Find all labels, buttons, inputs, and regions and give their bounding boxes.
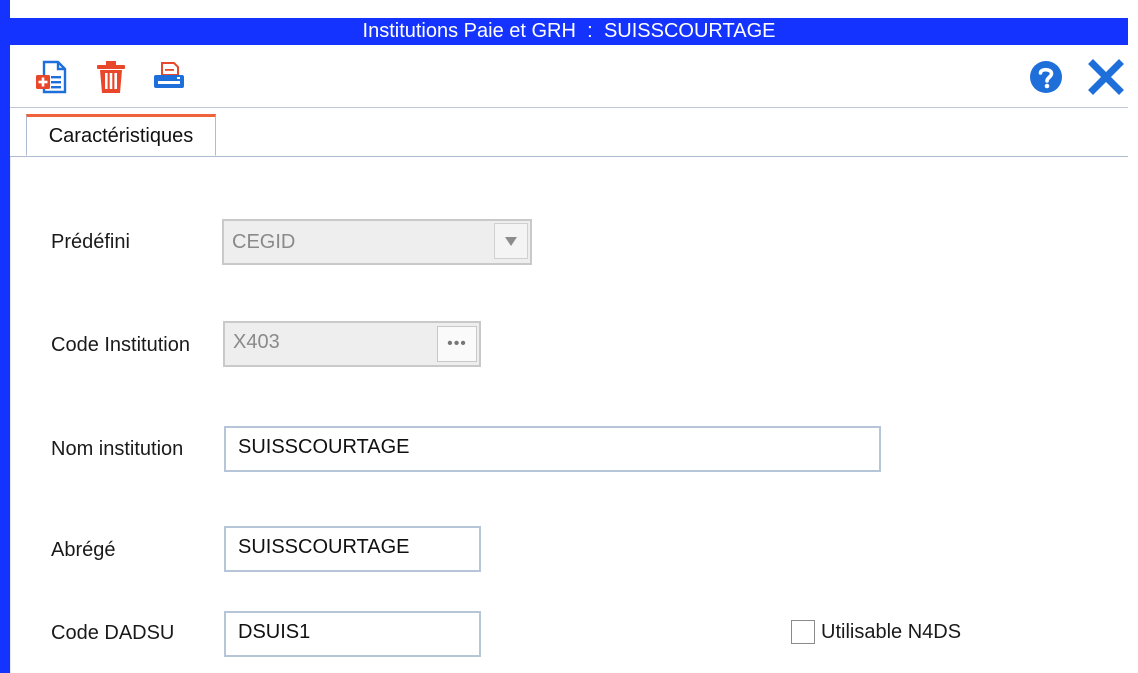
dialog-window: Institutions Paie et GRH : SUISSCOURTAGE: [0, 0, 1138, 673]
code-institution-lookup-button[interactable]: •••: [437, 326, 477, 362]
tab-caracteristiques[interactable]: Caractéristiques: [26, 114, 216, 156]
ellipsis-icon: •••: [447, 335, 467, 352]
tab-label: Caractéristiques: [48, 124, 194, 147]
window-frame: [0, 0, 10, 673]
code-institution-field[interactable]: X403 •••: [223, 321, 481, 367]
printer-icon: [154, 62, 184, 88]
print-button[interactable]: [151, 59, 187, 95]
title-bar[interactable]: Institutions Paie et GRH : SUISSCOURTAGE: [10, 18, 1128, 45]
help-button[interactable]: [1028, 59, 1064, 95]
nom-institution-input[interactable]: SUISSCOURTAGE: [224, 426, 881, 472]
delete-button[interactable]: [93, 59, 129, 95]
abrege-label: Abrégé: [51, 539, 116, 561]
tab-strip: Caractéristiques: [10, 108, 1128, 157]
abrege-value: SUISSCOURTAGE: [238, 536, 410, 558]
tab-panel: Prédéfini CEGID Code Institution X403 ••…: [10, 157, 1129, 673]
code-institution-label: Code Institution: [51, 334, 190, 356]
help-icon: [1030, 61, 1062, 93]
nom-institution-value: SUISSCOURTAGE: [238, 436, 410, 458]
new-document-icon: [36, 60, 67, 94]
code-dadsu-value: DSUIS1: [238, 621, 311, 643]
toolbar: [10, 45, 1128, 108]
utilisable-n4ds-checkbox[interactable]: [791, 620, 815, 644]
predefini-dropdown-button[interactable]: [494, 223, 528, 259]
trash-icon: [97, 61, 125, 93]
utilisable-n4ds-label: Utilisable N4DS: [821, 620, 962, 643]
close-icon: [1088, 59, 1124, 95]
nom-institution-label: Nom institution: [51, 438, 184, 460]
title-text: Institutions Paie et GRH: [362, 20, 576, 42]
predefini-value: CEGID: [232, 230, 296, 253]
code-dadsu-label: Code DADSU: [51, 622, 175, 644]
abrege-input[interactable]: SUISSCOURTAGE: [224, 526, 481, 572]
title-record: SUISSCOURTAGE: [603, 20, 776, 42]
close-button[interactable]: [1088, 59, 1124, 95]
predefini-select[interactable]: CEGID: [222, 219, 532, 265]
title-separator: :: [587, 20, 593, 42]
utilisable-n4ds-checkbox-row[interactable]: Utilisable N4DS: [791, 620, 961, 644]
code-institution-value: X403: [233, 331, 280, 353]
predefini-label: Prédéfini: [51, 231, 130, 253]
chevron-down-icon: [505, 237, 517, 246]
new-button[interactable]: [34, 59, 70, 95]
code-dadsu-input[interactable]: DSUIS1: [224, 611, 481, 657]
